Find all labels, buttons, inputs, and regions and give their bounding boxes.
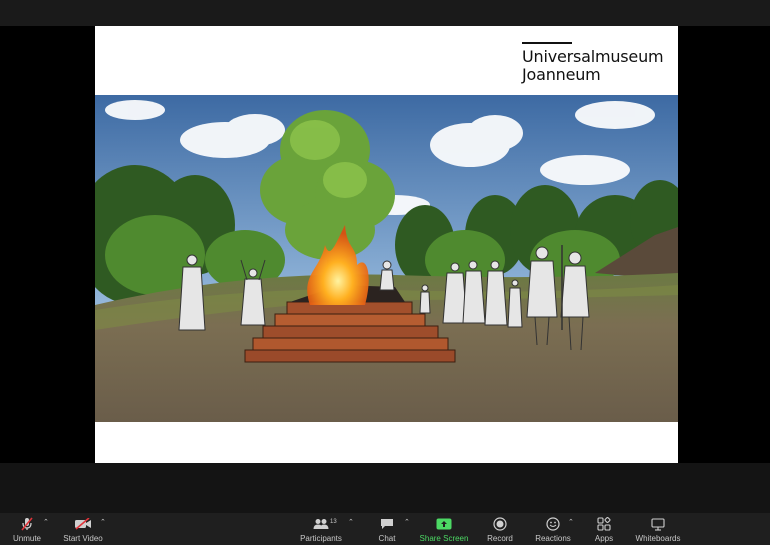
bonfire-scene-image xyxy=(95,95,678,422)
unmute-label: Unmute xyxy=(12,534,41,543)
unmute-button[interactable]: Unmute xyxy=(8,513,46,545)
participants-icon: 13 xyxy=(310,516,337,532)
chat-options-caret-icon[interactable]: ⌃ xyxy=(404,518,410,526)
logo-line-2: Joanneum xyxy=(522,65,601,84)
museum-logo: Universalmuseum Joanneum xyxy=(522,42,672,84)
top-bar xyxy=(0,0,770,26)
reactions-options-caret-icon[interactable]: ⌃ xyxy=(568,518,574,526)
share-screen-button[interactable]: Share Screen xyxy=(418,513,470,545)
participants-button[interactable]: 13 Participants xyxy=(298,513,344,545)
record-button[interactable]: Record xyxy=(484,513,516,545)
whiteboard-icon xyxy=(647,516,669,532)
participants-label: Participants xyxy=(300,534,342,543)
whiteboards-label: Whiteboards xyxy=(635,534,681,543)
logo-line-1: Universalmuseum xyxy=(522,47,664,66)
shared-screen-area: Universalmuseum Joanneum xyxy=(0,26,770,463)
gallery-gap xyxy=(0,463,770,513)
apps-label: Apps xyxy=(594,534,614,543)
chat-bubble-icon xyxy=(376,516,398,532)
video-options-caret-icon[interactable]: ⌃ xyxy=(100,518,106,526)
record-icon xyxy=(489,516,511,532)
muted-microphone-icon xyxy=(16,516,38,532)
chat-button[interactable]: Chat xyxy=(372,513,402,545)
video-off-icon xyxy=(72,516,94,532)
reactions-smiley-icon xyxy=(542,516,564,532)
participants-count: 13 xyxy=(330,519,337,525)
participants-options-caret-icon[interactable]: ⌃ xyxy=(348,518,354,526)
apps-button[interactable]: Apps xyxy=(590,513,618,545)
reactions-label: Reactions xyxy=(535,534,571,543)
audio-options-caret-icon[interactable]: ⌃ xyxy=(43,518,49,526)
logo-rule xyxy=(522,42,572,44)
whiteboards-button[interactable]: Whiteboards xyxy=(632,513,684,545)
chat-label: Chat xyxy=(378,534,396,543)
apps-icon xyxy=(593,516,615,532)
share-screen-icon xyxy=(433,516,455,532)
start-video-label: Start Video xyxy=(63,534,103,543)
presentation-slide: Universalmuseum Joanneum xyxy=(95,26,678,463)
meeting-toolbar: Unmute ⌃ Start Video ⌃ 13 Participants ⌃ xyxy=(0,513,770,545)
share-screen-label: Share Screen xyxy=(419,534,469,543)
record-label: Record xyxy=(487,534,513,543)
